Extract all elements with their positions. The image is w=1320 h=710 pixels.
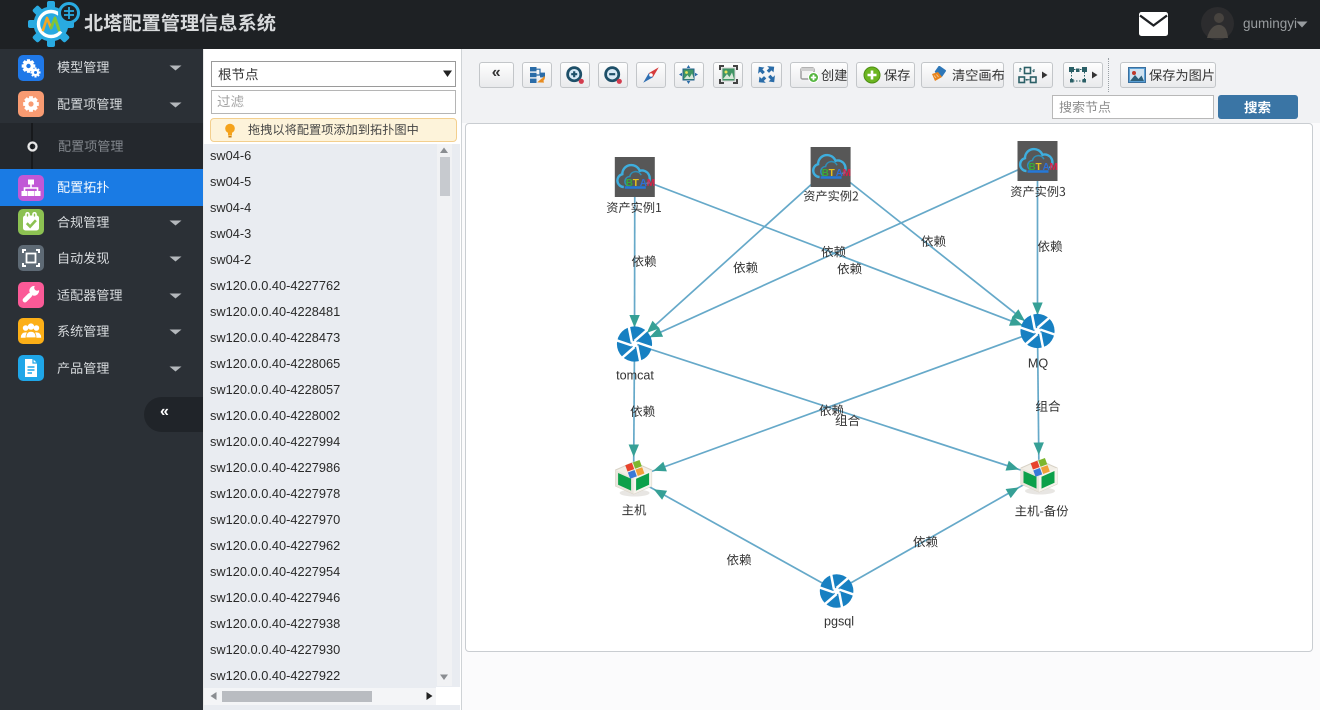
svg-text:T: T — [633, 178, 639, 189]
svg-text:tomcat: tomcat — [616, 369, 654, 383]
svg-text:pgsql: pgsql — [824, 615, 854, 629]
svg-text:M: M — [843, 168, 851, 179]
svg-text:M: M — [647, 178, 655, 189]
svg-text:T: T — [1036, 162, 1042, 173]
svg-text:T: T — [829, 168, 835, 179]
svg-text:MQ: MQ — [1028, 356, 1048, 370]
svg-text:M: M — [1050, 162, 1058, 173]
